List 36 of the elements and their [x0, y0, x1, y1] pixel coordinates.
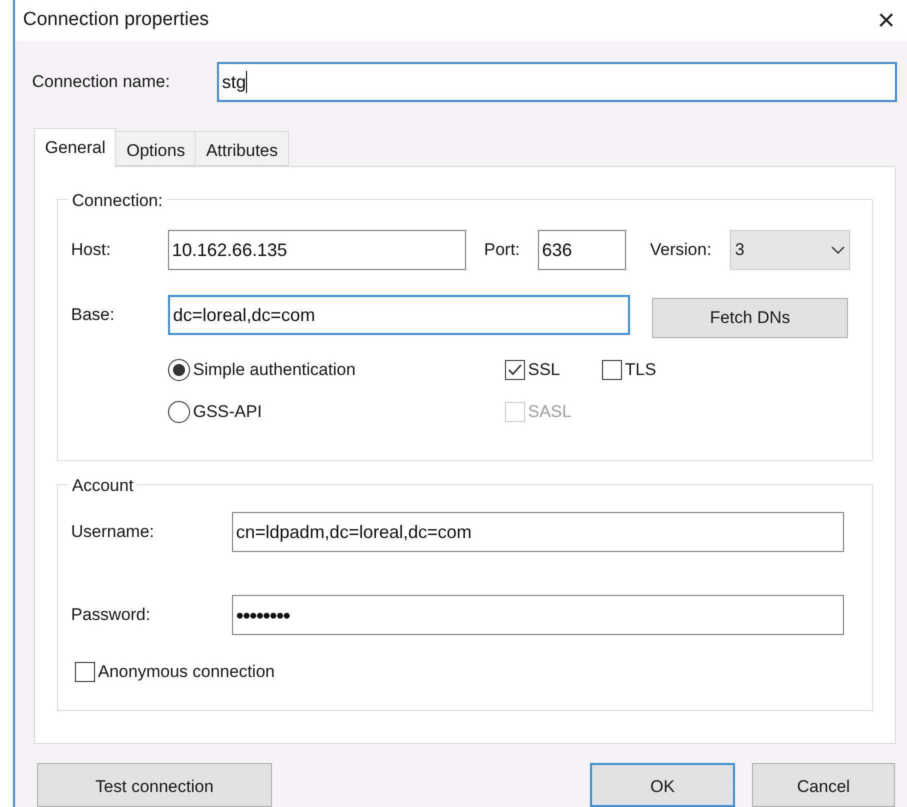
ok-button[interactable]: OK: [590, 763, 735, 807]
field-label: Port:: [484, 239, 521, 262]
field-label: Connection name:: [32, 71, 171, 94]
cancel-button[interactable]: Cancel: [752, 763, 895, 807]
input-field[interactable]: 636: [538, 230, 626, 270]
checkbox[interactable]: [505, 360, 525, 380]
radio-label: GSS-API: [193, 401, 262, 424]
tab[interactable]: General: [34, 128, 116, 167]
checkbox-label: SASL: [528, 401, 572, 424]
field-label: Base:: [71, 304, 116, 326]
field-label: Version:: [650, 239, 712, 262]
close-button[interactable]: ×: [873, 6, 899, 36]
window-title: Connection properties: [23, 8, 209, 32]
input-field[interactable]: 10.162.66.135: [168, 230, 466, 270]
dropdown[interactable]: 3: [730, 230, 850, 270]
checkbox-label: Anonymous connection: [98, 661, 275, 683]
tab[interactable]: Attributes: [195, 131, 289, 166]
checkbox[interactable]: [75, 662, 95, 682]
input-field[interactable]: dc=loreal,dc=com: [168, 295, 630, 335]
checkbox[interactable]: [602, 360, 622, 380]
checkmark-icon: [508, 364, 522, 376]
fetch-dns-button[interactable]: Fetch DNs: [652, 298, 848, 338]
radio-button[interactable]: [168, 359, 190, 381]
tab[interactable]: Options: [115, 131, 196, 166]
input-field[interactable]: cn=ldpadm,dc=loreal,dc=com: [232, 512, 844, 552]
radio-button[interactable]: [168, 401, 190, 423]
checkbox-label: TLS: [625, 359, 656, 382]
field-label: Username:: [71, 521, 156, 544]
checkbox-label: SSL: [528, 359, 560, 382]
password-field[interactable]: ••••••••: [232, 595, 844, 635]
input-field[interactable]: stg: [217, 62, 897, 102]
radio-label: Simple authentication: [193, 359, 356, 382]
field-label: Host:: [71, 239, 112, 262]
chevron-down-icon: [831, 246, 845, 254]
test-connection-button[interactable]: Test connection: [37, 763, 272, 807]
field-label: Password:: [71, 604, 152, 626]
